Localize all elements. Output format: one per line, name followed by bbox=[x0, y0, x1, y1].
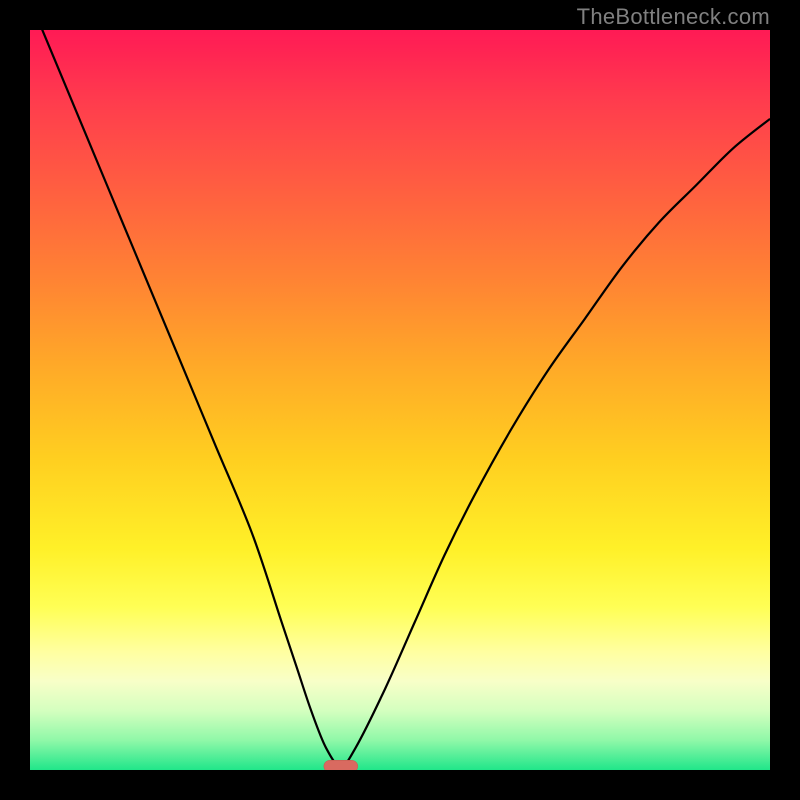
bottleneck-curve bbox=[30, 30, 770, 770]
plot-background bbox=[30, 30, 770, 770]
chart-frame: TheBottleneck.com bbox=[0, 0, 800, 800]
watermark-text: TheBottleneck.com bbox=[577, 4, 770, 30]
minimum-marker bbox=[324, 760, 358, 770]
curve-line bbox=[30, 30, 770, 766]
